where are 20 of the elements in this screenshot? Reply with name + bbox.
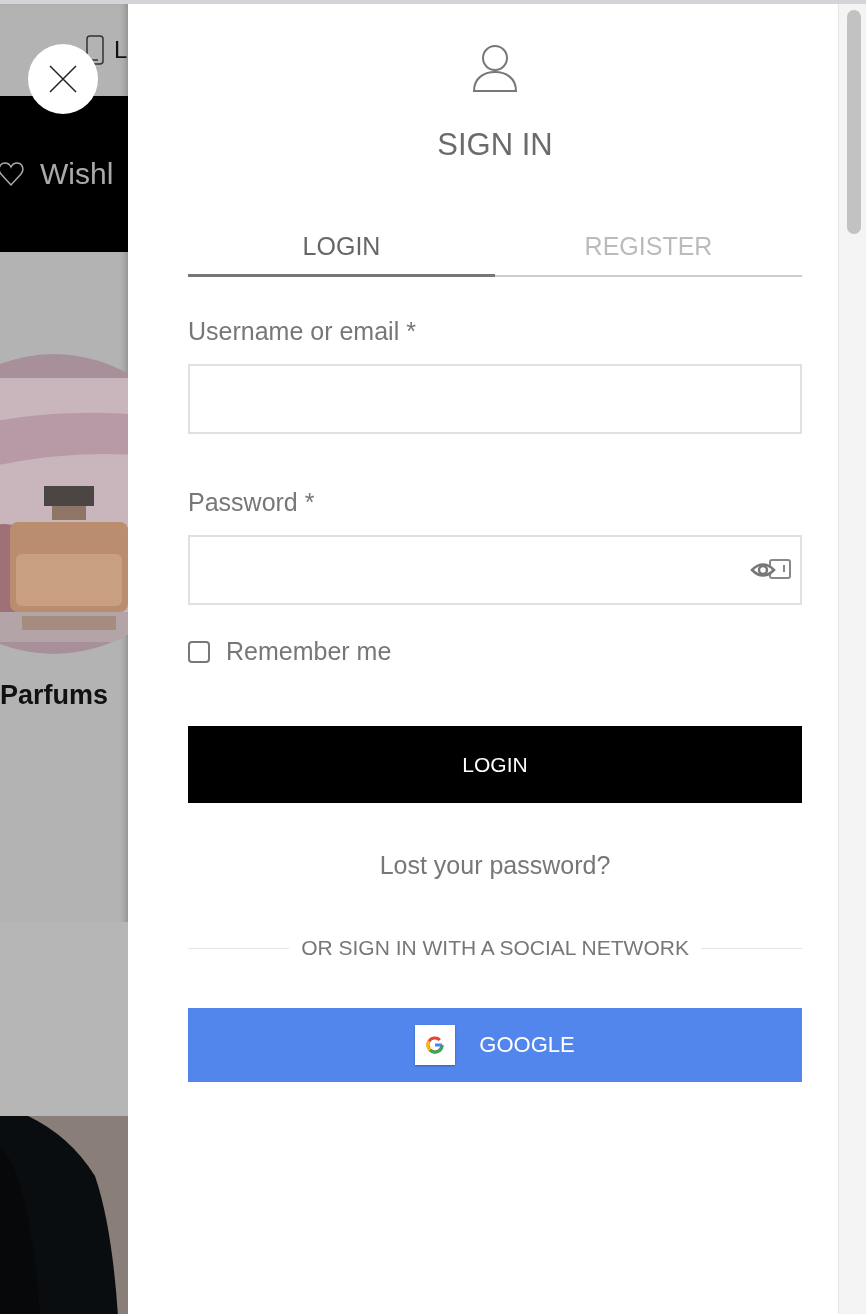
text-field[interactable] bbox=[188, 364, 802, 435]
field-label: Username or email * bbox=[188, 317, 417, 347]
login-button[interactable]: LOGIN bbox=[188, 726, 802, 804]
google-icon bbox=[426, 1036, 445, 1055]
checkbox[interactable] bbox=[188, 640, 210, 663]
top-bar-text[interactable]: L bbox=[114, 36, 128, 64]
category-label[interactable]: Parfums bbox=[0, 680, 128, 711]
wishlist-link[interactable]: Wishl bbox=[40, 157, 114, 191]
panel-title: SIGN IN bbox=[437, 126, 553, 164]
google-button[interactable]: GOOGLE bbox=[188, 1008, 802, 1083]
password-field[interactable] bbox=[188, 535, 802, 606]
remember-me-label[interactable]: Remember me bbox=[226, 637, 392, 667]
close-icon[interactable] bbox=[48, 64, 78, 94]
divider-text: OR SIGN IN WITH A SOCIAL NETWORK bbox=[301, 936, 689, 961]
scrollbar-thumb[interactable] bbox=[847, 10, 861, 234]
field-label: Password * bbox=[188, 488, 316, 518]
heart-icon[interactable] bbox=[0, 160, 24, 188]
tab[interactable]: LOGIN bbox=[188, 216, 495, 278]
lost-password-link[interactable]: Lost your password? bbox=[379, 851, 611, 881]
user-icon bbox=[472, 44, 518, 92]
